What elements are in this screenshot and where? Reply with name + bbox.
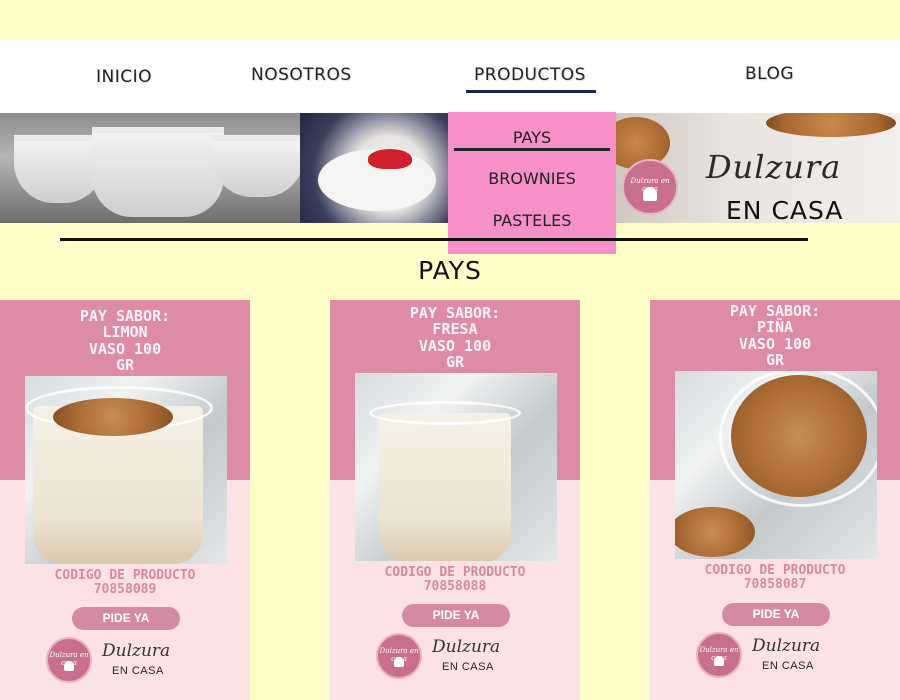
cupcake-logo-icon: Dulzura en casa (376, 633, 422, 679)
card-title-line: GR (765, 351, 785, 369)
nav-productos[interactable]: PRODUCTOS (474, 65, 586, 85)
card-title-line: VASO 100 (88, 340, 162, 358)
dropdown-active-line (454, 148, 610, 151)
banner-photo-cups (0, 113, 300, 223)
card-brand-logo: Dulzura en casa Dulzura EN CASA (376, 633, 526, 683)
card-brand-logo: Dulzura en casa Dulzura EN CASA (46, 637, 196, 687)
product-photo (25, 376, 227, 564)
dropdown-item-pasteles[interactable]: PASTELES (448, 211, 616, 230)
product-card-fresa: PAY SABOR: FRESA VASO 100 GR CODIGO DE P… (330, 300, 580, 700)
order-button[interactable]: PIDE YA (722, 603, 830, 626)
product-code: 70858088 (423, 579, 487, 594)
dropdown-item-brownies[interactable]: BROWNIES (448, 169, 616, 188)
nav-inicio[interactable]: INICIO (96, 67, 152, 87)
order-button[interactable]: PIDE YA (72, 607, 180, 630)
product-code-label: CODIGO DE PRODUCTO (54, 568, 196, 583)
product-code: 70858089 (93, 582, 157, 597)
nav-nosotros[interactable]: NOSOTROS (251, 65, 352, 85)
cupcake-logo-icon: Dulzura en casa (696, 632, 742, 678)
card-title-line: VASO 100 (738, 335, 812, 353)
nav-active-underline (466, 90, 596, 93)
card-title-line: PIÑA (756, 318, 794, 336)
product-card-pina: PAY SABOR: PIÑA VASO 100 GR CODIGO DE PR… (650, 300, 900, 700)
card-title-line: PAY SABOR: (409, 304, 501, 322)
card-title-line: GR (445, 353, 465, 371)
product-code: 70858087 (743, 577, 807, 592)
product-code-label: CODIGO DE PRODUCTO (384, 565, 526, 580)
product-code-label: CODIGO DE PRODUCTO (704, 563, 846, 578)
product-card-limon: PAY SABOR: LIMON VASO 100 GR CODIGO DE P… (0, 300, 250, 700)
card-title-line: PAY SABOR: (79, 307, 171, 325)
card-title-line: LIMON (102, 323, 148, 341)
brand-sub: EN CASA (726, 196, 844, 225)
section-title: PAYS (418, 256, 482, 285)
card-title-line: PAY SABOR: (729, 302, 821, 320)
banner-photo-strawberry (300, 113, 448, 223)
product-photo (355, 373, 557, 561)
brand-script: Dulzura (706, 148, 842, 186)
cupcake-logo-icon: Dulzura en casa (622, 159, 678, 215)
brand-wordmark: Dulzura EN CASA (700, 148, 895, 228)
nav-blog[interactable]: BLOG (745, 64, 794, 84)
dropdown-item-pays[interactable]: PAYS (448, 128, 616, 147)
order-button[interactable]: PIDE YA (402, 604, 510, 627)
card-title-line: VASO 100 (418, 337, 492, 355)
cupcake-logo-icon: Dulzura en casa (46, 637, 92, 683)
card-brand-logo: Dulzura en casa Dulzura EN CASA (696, 632, 846, 682)
card-title-line: FRESA (432, 320, 478, 338)
section-divider (60, 238, 808, 241)
top-navbar: INICIO NOSOTROS PRODUCTOS BLOG (0, 40, 900, 113)
card-title-line: GR (115, 356, 135, 374)
productos-dropdown: PAYS BROWNIES PASTELES (448, 112, 616, 254)
product-photo (675, 371, 877, 559)
